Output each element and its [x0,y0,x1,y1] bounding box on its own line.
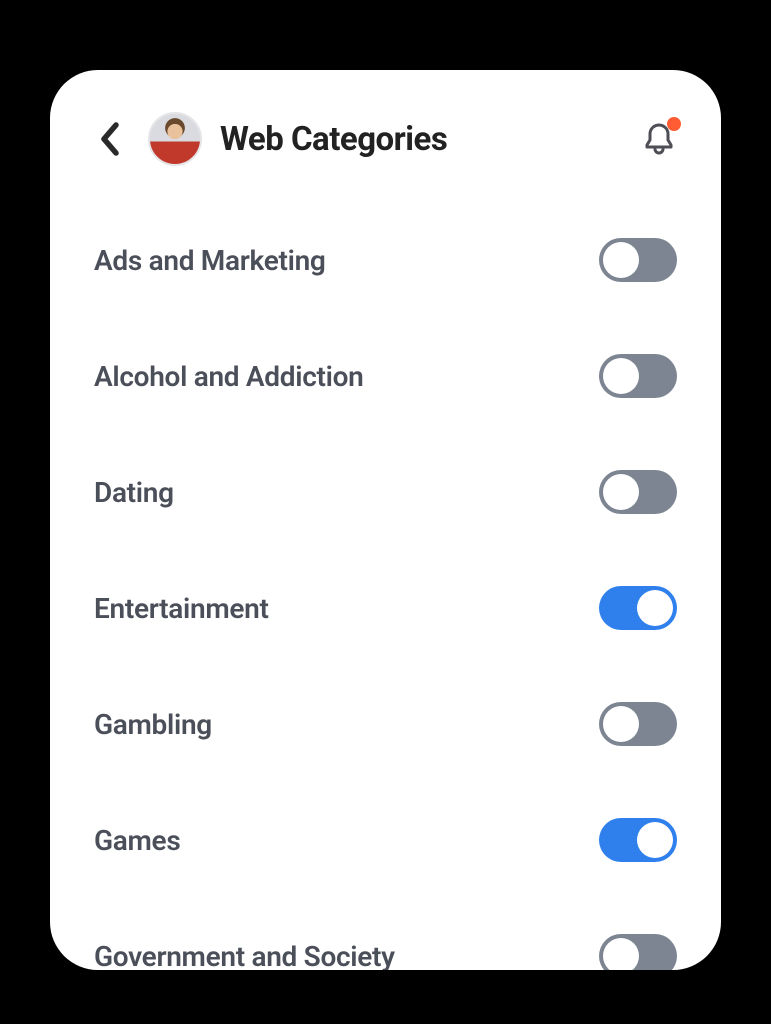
category-toggle[interactable] [599,818,677,862]
toggle-knob-icon [603,938,639,970]
category-row: Alcohol and Addiction [90,318,681,434]
category-row: Dating [90,434,681,550]
header: Web Categories [90,106,681,178]
category-label: Dating [94,476,174,509]
category-label: Alcohol and Addiction [94,360,363,393]
toggle-knob-icon [603,474,639,510]
page-title: Web Categories [220,120,619,159]
category-toggle[interactable] [599,354,677,398]
toggle-knob-icon [637,590,673,626]
category-label: Government and Society [94,940,395,971]
toggle-knob-icon [637,822,673,858]
category-label: Entertainment [94,592,269,625]
category-row: Ads and Marketing [90,202,681,318]
category-list: Ads and Marketing Alcohol and Addiction … [90,202,681,970]
category-toggle[interactable] [599,586,677,630]
category-label: Gambling [94,708,212,741]
category-label: Games [94,824,180,857]
back-button[interactable] [90,119,130,159]
notifications-button[interactable] [637,117,681,161]
category-row: Government and Society [90,898,681,970]
toggle-knob-icon [603,358,639,394]
settings-card: Web Categories Ads and Marketing Alcohol… [50,70,721,970]
category-row: Entertainment [90,550,681,666]
category-toggle[interactable] [599,702,677,746]
category-row: Gambling [90,666,681,782]
toggle-knob-icon [603,242,639,278]
category-row: Games [90,782,681,898]
chevron-left-icon [99,122,121,156]
toggle-knob-icon [603,706,639,742]
category-label: Ads and Marketing [94,244,326,277]
category-toggle[interactable] [599,934,677,970]
notification-dot-icon [667,117,681,131]
category-toggle[interactable] [599,470,677,514]
profile-avatar[interactable] [148,112,202,166]
category-toggle[interactable] [599,238,677,282]
